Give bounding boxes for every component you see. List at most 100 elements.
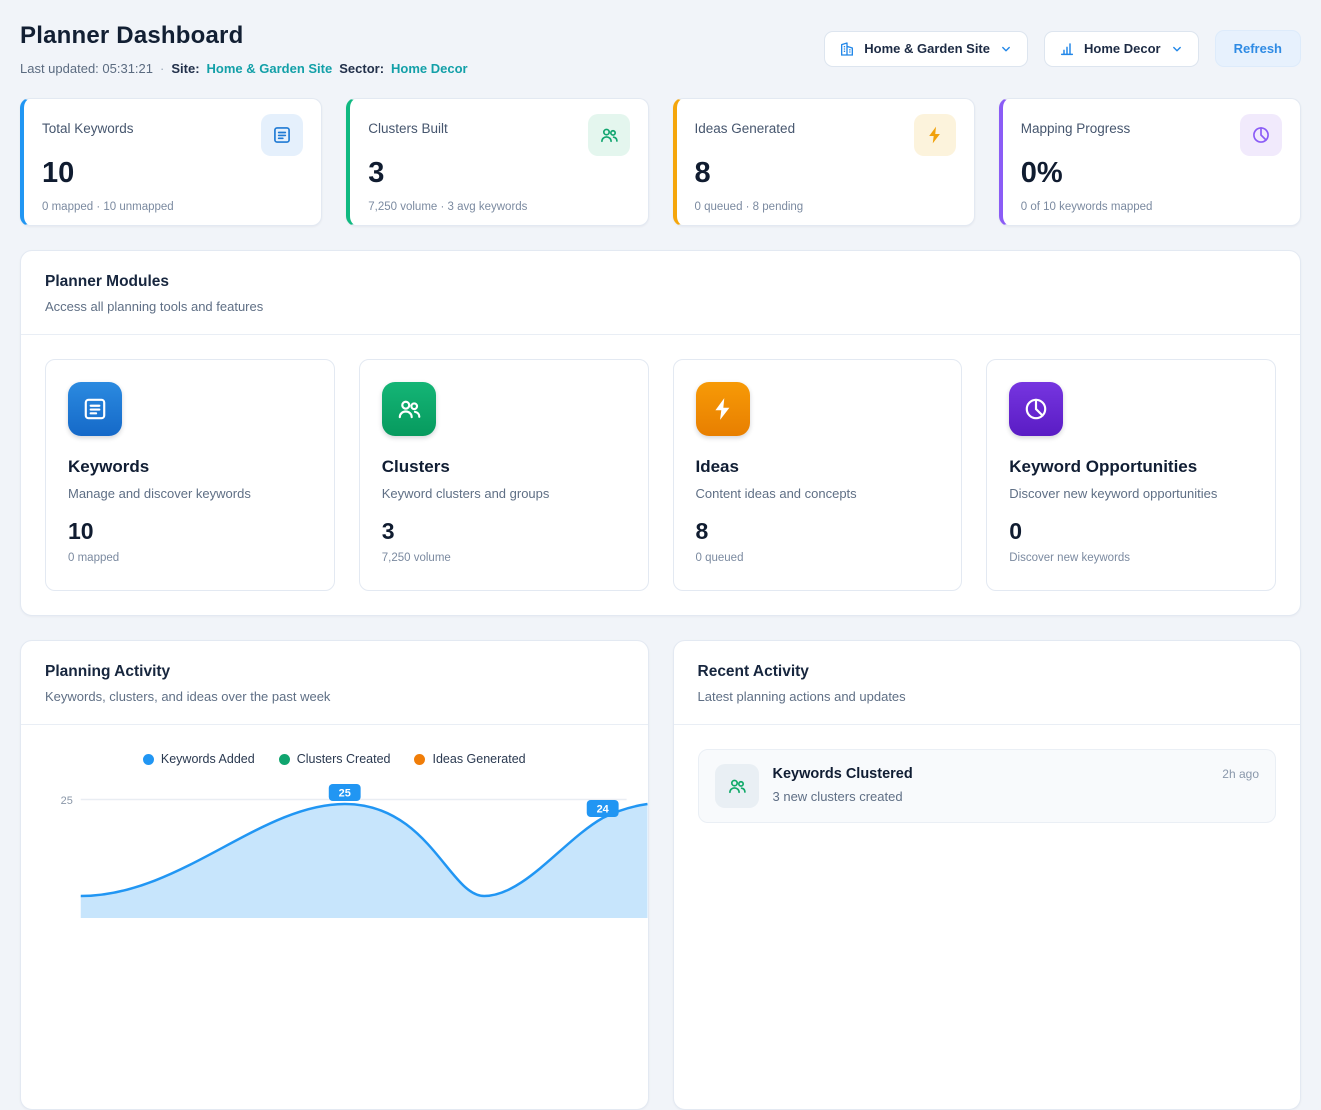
- module-title: Clusters: [382, 457, 626, 477]
- legend-label: Clusters Created: [297, 752, 391, 766]
- module-card-keyword-opportunities[interactable]: Keyword Opportunities Discover new keywo…: [986, 359, 1276, 591]
- header-left: Planner Dashboard Last updated: 05:31:21…: [20, 22, 468, 76]
- header-controls: Home & Garden Site Home Decor Refresh: [824, 30, 1301, 67]
- planning-activity-chart: 25 25 24: [21, 778, 648, 918]
- legend-dot-green: [279, 754, 290, 765]
- site-selector-dropdown[interactable]: Home & Garden Site: [824, 31, 1028, 67]
- stat-card-total-keywords: Total Keywords 10 0 mapped · 10 unmapped: [20, 98, 322, 226]
- pie-chart-icon: [1240, 114, 1282, 156]
- section-subtitle: Latest planning actions and updates: [698, 689, 1277, 704]
- stat-sub: 0 queued · 8 pending: [695, 201, 956, 213]
- legend-item-ideas-generated: Ideas Generated: [414, 752, 525, 766]
- site-link[interactable]: Home & Garden Site: [207, 61, 333, 76]
- data-point-label: 24: [587, 800, 619, 817]
- building-icon: [839, 41, 855, 57]
- stat-card-ideas-generated: Ideas Generated 8 0 queued · 8 pending: [673, 98, 975, 226]
- section-title: Planning Activity: [45, 663, 624, 681]
- activity-body: Keywords Clustered 3 new clusters create…: [773, 764, 1209, 804]
- users-icon: [588, 114, 630, 156]
- legend-dot-blue: [143, 754, 154, 765]
- breadcrumb-meta: Last updated: 05:31:21 · Site: Home & Ga…: [20, 61, 468, 76]
- svg-text:24: 24: [597, 803, 610, 815]
- module-value: 10: [68, 518, 312, 545]
- module-title: Keywords: [68, 457, 312, 477]
- module-card-clusters[interactable]: Clusters Keyword clusters and groups 3 7…: [359, 359, 649, 591]
- section-title: Recent Activity: [698, 663, 1277, 681]
- svg-text:25: 25: [339, 787, 351, 799]
- module-card-ideas[interactable]: Ideas Content ideas and concepts 8 0 que…: [673, 359, 963, 591]
- sector-label: Sector:: [339, 61, 384, 76]
- legend-label: Ideas Generated: [432, 752, 525, 766]
- stat-label: Ideas Generated: [695, 114, 796, 136]
- stat-value: 10: [42, 157, 303, 190]
- stat-card-clusters-built: Clusters Built 3 7,250 volume · 3 avg ke…: [346, 98, 648, 226]
- module-sub: Discover new keywords: [1009, 552, 1253, 564]
- module-description: Manage and discover keywords: [68, 486, 312, 501]
- sector-link[interactable]: Home Decor: [391, 61, 468, 76]
- module-description: Keyword clusters and groups: [382, 486, 626, 501]
- activity-title: Keywords Clustered: [773, 766, 1209, 782]
- section-subtitle: Access all planning tools and features: [45, 299, 1276, 314]
- stat-value: 3: [368, 157, 629, 190]
- activity-list: Keywords Clustered 3 new clusters create…: [674, 725, 1301, 847]
- module-card-keywords[interactable]: Keywords Manage and discover keywords 10…: [45, 359, 335, 591]
- module-sub: 7,250 volume: [382, 552, 626, 564]
- section-title: Planner Modules: [45, 273, 1276, 291]
- planning-activity-header: Planning Activity Keywords, clusters, an…: [21, 641, 648, 725]
- recent-activity-header: Recent Activity Latest planning actions …: [674, 641, 1301, 725]
- activity-timestamp: 2h ago: [1222, 764, 1259, 781]
- stat-label: Mapping Progress: [1021, 114, 1131, 136]
- module-description: Content ideas and concepts: [696, 486, 940, 501]
- refresh-button[interactable]: Refresh: [1215, 30, 1301, 67]
- stat-card-mapping-progress: Mapping Progress 0% 0 of 10 keywords map…: [999, 98, 1301, 226]
- module-description: Discover new keyword opportunities: [1009, 486, 1253, 501]
- pie-chart-icon: [1009, 382, 1063, 436]
- chevron-down-icon: [999, 42, 1013, 56]
- bolt-icon: [914, 114, 956, 156]
- module-title: Ideas: [696, 457, 940, 477]
- users-icon: [382, 382, 436, 436]
- stat-sub: 0 of 10 keywords mapped: [1021, 201, 1282, 213]
- site-label: Site:: [171, 61, 199, 76]
- users-icon: [715, 764, 759, 808]
- chart-legend: Keywords Added Clusters Created Ideas Ge…: [21, 752, 648, 766]
- bar-chart-icon: [1059, 41, 1075, 57]
- module-value: 8: [696, 518, 940, 545]
- y-axis-tick: 25: [61, 795, 73, 807]
- legend-dot-orange: [414, 754, 425, 765]
- bottom-row: Planning Activity Keywords, clusters, an…: [20, 640, 1301, 1110]
- planner-modules-section: Planner Modules Access all planning tool…: [20, 250, 1301, 616]
- planning-activity-card: Planning Activity Keywords, clusters, an…: [20, 640, 649, 1110]
- sector-selector-label: Home Decor: [1084, 41, 1161, 56]
- module-sub: 0 mapped: [68, 552, 312, 564]
- document-lines-icon: [261, 114, 303, 156]
- stat-value: 8: [695, 157, 956, 190]
- site-selector-label: Home & Garden Site: [864, 41, 990, 56]
- section-subtitle: Keywords, clusters, and ideas over the p…: [45, 689, 624, 704]
- stat-sub: 7,250 volume · 3 avg keywords: [368, 201, 629, 213]
- planner-modules-header: Planner Modules Access all planning tool…: [21, 251, 1300, 335]
- stats-row: Total Keywords 10 0 mapped · 10 unmapped…: [20, 98, 1301, 226]
- area-chart: 25 25 24: [21, 778, 648, 918]
- meta-separator: ·: [160, 61, 164, 76]
- module-sub: 0 queued: [696, 552, 940, 564]
- recent-activity-card: Recent Activity Latest planning actions …: [673, 640, 1302, 1110]
- last-updated-text: Last updated: 05:31:21: [20, 61, 153, 76]
- stat-sub: 0 mapped · 10 unmapped: [42, 201, 303, 213]
- chevron-down-icon: [1170, 42, 1184, 56]
- bolt-icon: [696, 382, 750, 436]
- page-title: Planner Dashboard: [20, 22, 468, 50]
- stat-label: Total Keywords: [42, 114, 134, 136]
- legend-item-clusters-created: Clusters Created: [279, 752, 391, 766]
- page-header: Planner Dashboard Last updated: 05:31:21…: [0, 0, 1321, 76]
- data-point-label: 25: [329, 784, 361, 801]
- activity-description: 3 new clusters created: [773, 789, 1209, 804]
- legend-label: Keywords Added: [161, 752, 255, 766]
- module-title: Keyword Opportunities: [1009, 457, 1253, 477]
- activity-item-keywords-clustered: Keywords Clustered 3 new clusters create…: [698, 749, 1277, 823]
- sector-selector-dropdown[interactable]: Home Decor: [1044, 31, 1199, 67]
- modules-grid: Keywords Manage and discover keywords 10…: [21, 335, 1300, 615]
- stat-value: 0%: [1021, 157, 1282, 190]
- legend-item-keywords-added: Keywords Added: [143, 752, 255, 766]
- document-lines-icon: [68, 382, 122, 436]
